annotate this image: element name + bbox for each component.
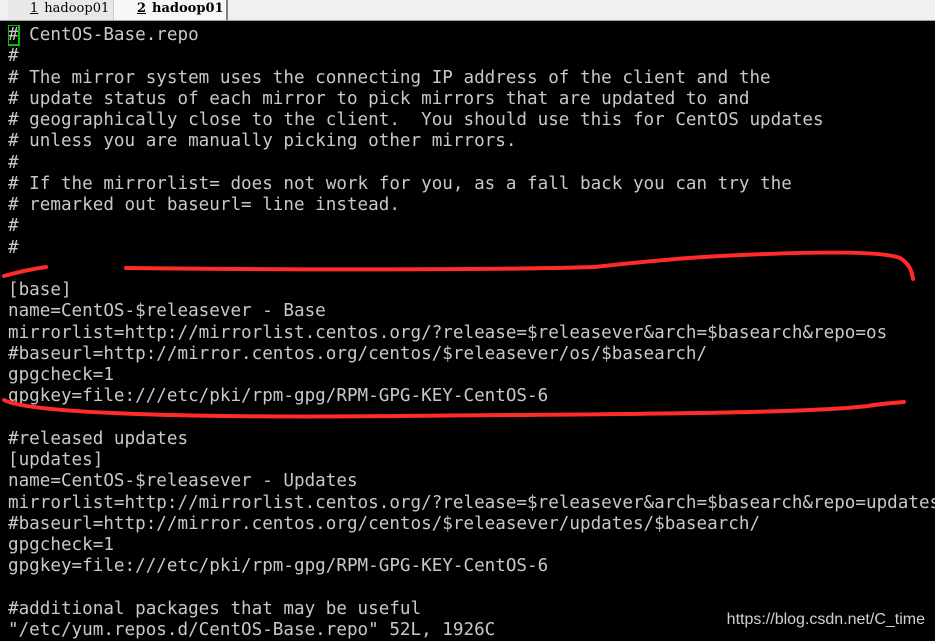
tab-hadoop01-1[interactable]: 1 hadoop01 bbox=[8, 0, 114, 20]
terminal-line: gpgcheck=1 bbox=[8, 535, 114, 555]
terminal-line: name=CentOS-$releasever - Updates bbox=[8, 471, 358, 492]
terminal-line: # CentOS-Base.repo bbox=[8, 25, 935, 46]
terminal-line: #baseurl=http://mirror.centos.org/centos… bbox=[8, 343, 708, 364]
terminal-line: # unless you are manually picking other … bbox=[8, 131, 517, 152]
terminal-line: # geographically close to the client. Yo… bbox=[8, 110, 824, 130]
terminal-line: # bbox=[8, 152, 19, 173]
terminal-line: # update status of each mirror to pick m… bbox=[8, 88, 750, 109]
terminal-line: #baseurl=http://mirror.centos.org/centos… bbox=[8, 513, 761, 534]
terminal-line: # bbox=[8, 46, 19, 67]
line-text: CentOS-Base.repo bbox=[18, 25, 199, 45]
terminal-line: # The mirror system uses the connecting … bbox=[8, 67, 771, 88]
terminal-line: mirrorlist=http://mirrorlist.centos.org/… bbox=[8, 322, 888, 343]
tab-number: 2 bbox=[137, 1, 147, 16]
terminal-line: [base] bbox=[8, 280, 72, 300]
terminal-line: gpgkey=file:///etc/pki/rpm-gpg/RPM-GPG-K… bbox=[8, 556, 549, 577]
terminal-line: # If the mirrorlist= does not work for y… bbox=[8, 173, 792, 194]
tab-number: 1 bbox=[30, 1, 39, 16]
terminal-line: #released updates bbox=[8, 428, 189, 449]
tab-label: hadoop01 bbox=[152, 1, 224, 16]
tab-hadoop01-2[interactable]: 2 hadoop01 bbox=[114, 0, 228, 20]
tab-label: hadoop01 bbox=[44, 1, 110, 16]
terminal-line: gpgcheck=1 bbox=[8, 365, 114, 385]
terminal-line: [updates] bbox=[8, 450, 104, 470]
terminal-line: name=CentOS-$releasever - Base bbox=[8, 301, 326, 322]
terminal-line: gpgkey=file:///etc/pki/rpm-gpg/RPM-GPG-K… bbox=[8, 386, 549, 407]
terminal-line: # bbox=[8, 237, 19, 258]
text-cursor: # bbox=[8, 25, 20, 46]
session-tab-bar: 1 hadoop01 2 hadoop01 bbox=[0, 0, 935, 21]
terminal-line: # bbox=[8, 216, 19, 237]
terminal-line: mirrorlist=http://mirrorlist.centos.org/… bbox=[8, 492, 935, 513]
terminal-line: # remarked out baseurl= line instead. bbox=[8, 195, 400, 215]
watermark: https://blog.csdn.net/C_time bbox=[726, 611, 925, 628]
terminal-output[interactable]: # CentOS-Base.repo # # The mirror system u… bbox=[8, 25, 935, 641]
